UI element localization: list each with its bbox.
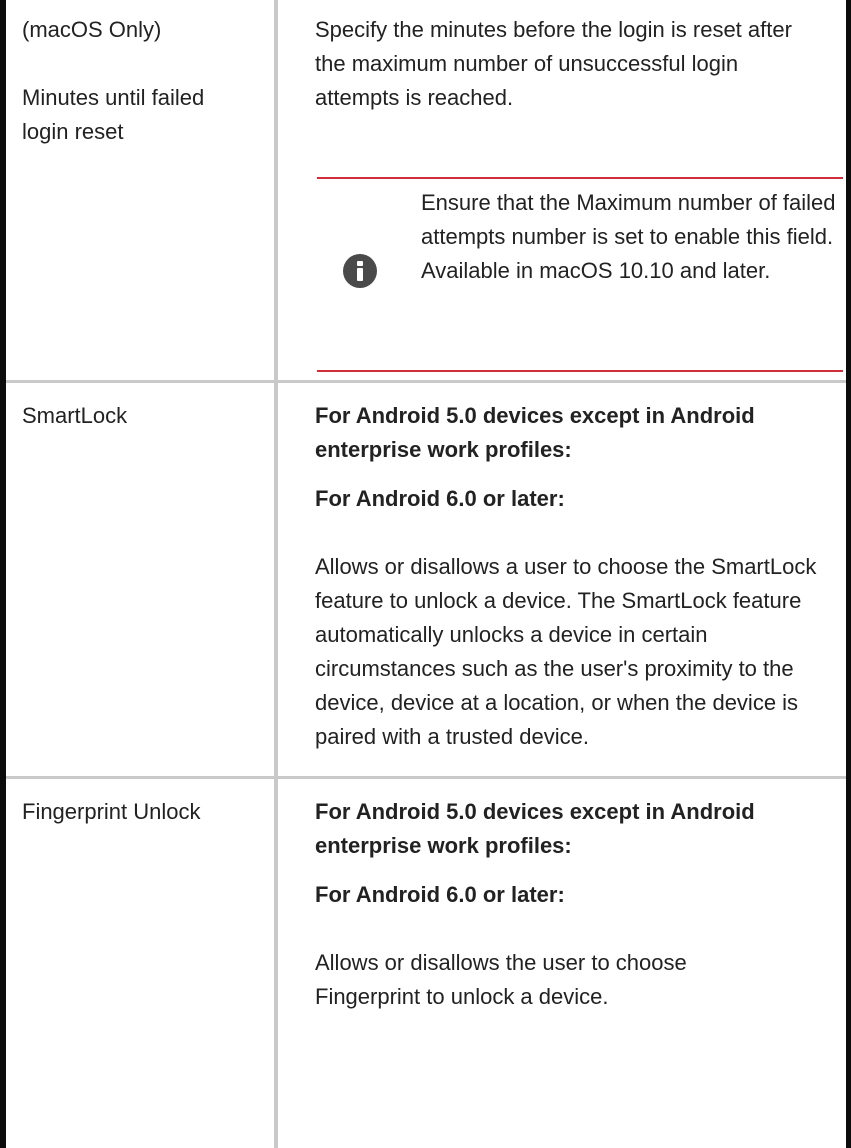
setting-name-fingerprint-unlock: Fingerprint Unlock: [22, 795, 262, 829]
version-heading: For Android 6.0 or later:: [315, 882, 565, 907]
description-text: Allows or disallows the user to choose F…: [315, 950, 687, 1009]
setting-label: Minutes until failed login reset: [22, 85, 205, 144]
version-heading: For Android 5.0 devices except in Androi…: [315, 403, 755, 462]
info-icon: [343, 254, 377, 288]
note-callout: Ensure that the Maximum number of failed…: [317, 177, 843, 372]
setting-name-minutes-failed-login-reset: (macOS Only) Minutes until failed login …: [22, 13, 262, 149]
row-divider: [6, 380, 846, 383]
settings-table: (macOS Only) Minutes until failed login …: [0, 0, 851, 1148]
table-border-right: [846, 0, 851, 1148]
setting-label: SmartLock: [22, 403, 128, 428]
setting-name-smartlock: SmartLock: [22, 399, 262, 433]
version-heading: For Android 5.0 devices except in Androi…: [315, 799, 755, 858]
table-border-left: [0, 0, 6, 1148]
description-text: Allows or disallows a user to choose the…: [315, 554, 817, 749]
column-divider: [274, 0, 278, 1148]
note-text: Ensure that the Maximum number of failed…: [421, 190, 836, 283]
platform-label: (macOS Only): [22, 17, 162, 42]
description-text: Specify the minutes before the login is …: [315, 17, 792, 110]
setting-description: Specify the minutes before the login is …: [315, 13, 825, 115]
setting-description: For Android 5.0 devices except in Androi…: [315, 795, 825, 1014]
setting-description: For Android 5.0 devices except in Androi…: [315, 399, 825, 754]
version-heading: For Android 6.0 or later:: [315, 486, 565, 511]
setting-label: Fingerprint Unlock: [22, 799, 201, 824]
row-divider: [6, 776, 846, 779]
